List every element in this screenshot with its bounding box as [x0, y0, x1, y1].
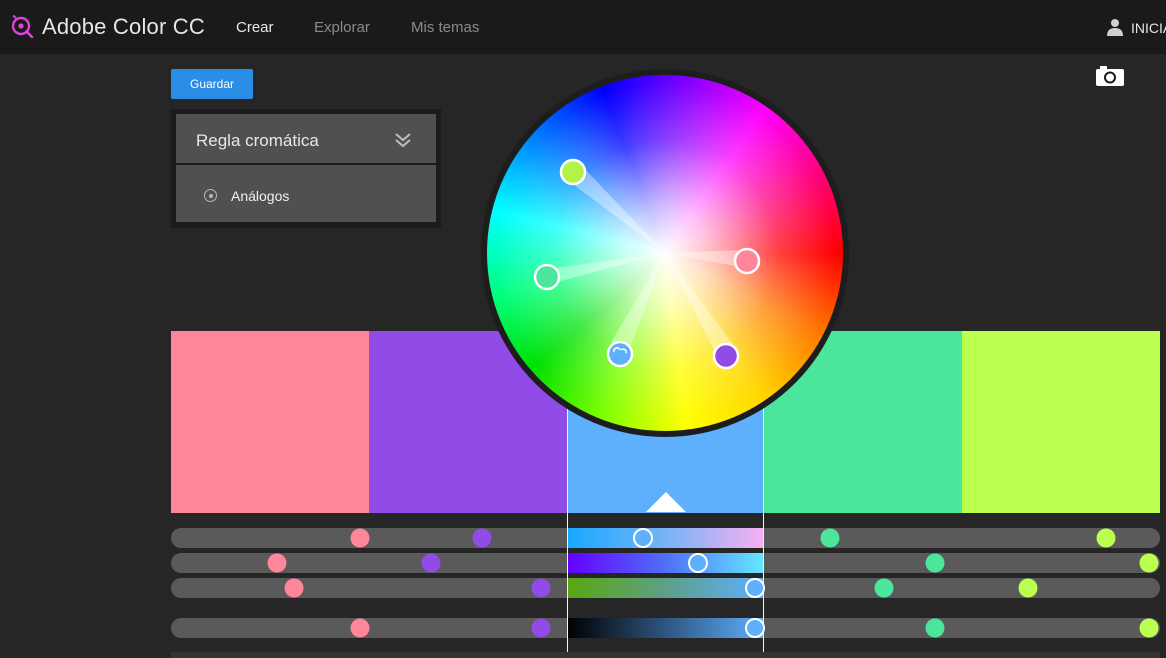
slider-4-dot-2[interactable]: [531, 618, 551, 638]
slider-3-dot-2[interactable]: [531, 578, 551, 598]
slider-1-dot-4[interactable]: [1096, 528, 1116, 548]
wheel-handle-2[interactable]: [712, 342, 740, 370]
wheel-handle-base[interactable]: [606, 340, 634, 368]
slider-2-dot-2[interactable]: [421, 553, 441, 573]
slider-3-dot-1[interactable]: [284, 578, 304, 598]
color-rule-panel: Regla cromática Análogos: [171, 109, 441, 228]
top-bar: Adobe Color CC Crear Explorar Mis temas …: [0, 0, 1166, 54]
slider-gradient-4[interactable]: [567, 618, 763, 638]
slider-gradient-3[interactable]: [567, 578, 763, 598]
nav-mis-temas[interactable]: Mis temas: [411, 19, 479, 36]
swatch-5[interactable]: [962, 331, 1160, 513]
slider-3-dot-4[interactable]: [1018, 578, 1038, 598]
user-login-label: INICIA: [1131, 20, 1166, 36]
color-rule-dropdown[interactable]: Regla cromática: [176, 114, 436, 163]
color-rule-title: Regla cromática: [196, 131, 319, 150]
wheel-handle-5[interactable]: [559, 158, 587, 186]
camera-icon[interactable]: [1095, 65, 1125, 87]
color-rule-option-label: Análogos: [231, 188, 290, 204]
slider-2-dot-1[interactable]: [267, 553, 287, 573]
adobe-color-logo-icon[interactable]: [10, 15, 34, 39]
slider-1-dot-3[interactable]: [820, 528, 840, 548]
save-button[interactable]: Guardar: [171, 69, 253, 99]
slider-2-handle[interactable]: [688, 553, 709, 573]
nav-explorar[interactable]: Explorar: [314, 19, 370, 36]
slider-2-dot-3[interactable]: [925, 553, 945, 573]
radio-selected-icon: [204, 189, 217, 202]
color-wheel-handles: [533, 158, 761, 370]
slider-1-dot-1[interactable]: [350, 528, 370, 548]
active-swatch-marker-icon: [646, 492, 686, 512]
color-rule-option[interactable]: Análogos: [176, 165, 436, 222]
slider-1-handle[interactable]: [633, 528, 654, 548]
color-wheel[interactable]: [481, 69, 849, 437]
wheel-handle-1[interactable]: [733, 247, 761, 275]
slider-4-dot-4[interactable]: [1139, 618, 1159, 638]
bottom-strip: [171, 652, 1160, 658]
slider-1-dot-2[interactable]: [472, 528, 492, 548]
slider-3-dot-3[interactable]: [874, 578, 894, 598]
swatch-1[interactable]: [171, 331, 369, 513]
slider-gradient-2[interactable]: [567, 553, 763, 573]
app-title: Adobe Color CC: [42, 14, 205, 39]
double-chevron-down-icon: [395, 133, 411, 148]
wheel-handle-4[interactable]: [533, 263, 561, 291]
slider-4-dot-3[interactable]: [925, 618, 945, 638]
user-icon: [1107, 19, 1123, 36]
nav-crear[interactable]: Crear: [236, 19, 274, 36]
slider-gradient-1[interactable]: [567, 528, 763, 548]
slider-4-dot-1[interactable]: [350, 618, 370, 638]
slider-2-dot-4[interactable]: [1139, 553, 1159, 573]
